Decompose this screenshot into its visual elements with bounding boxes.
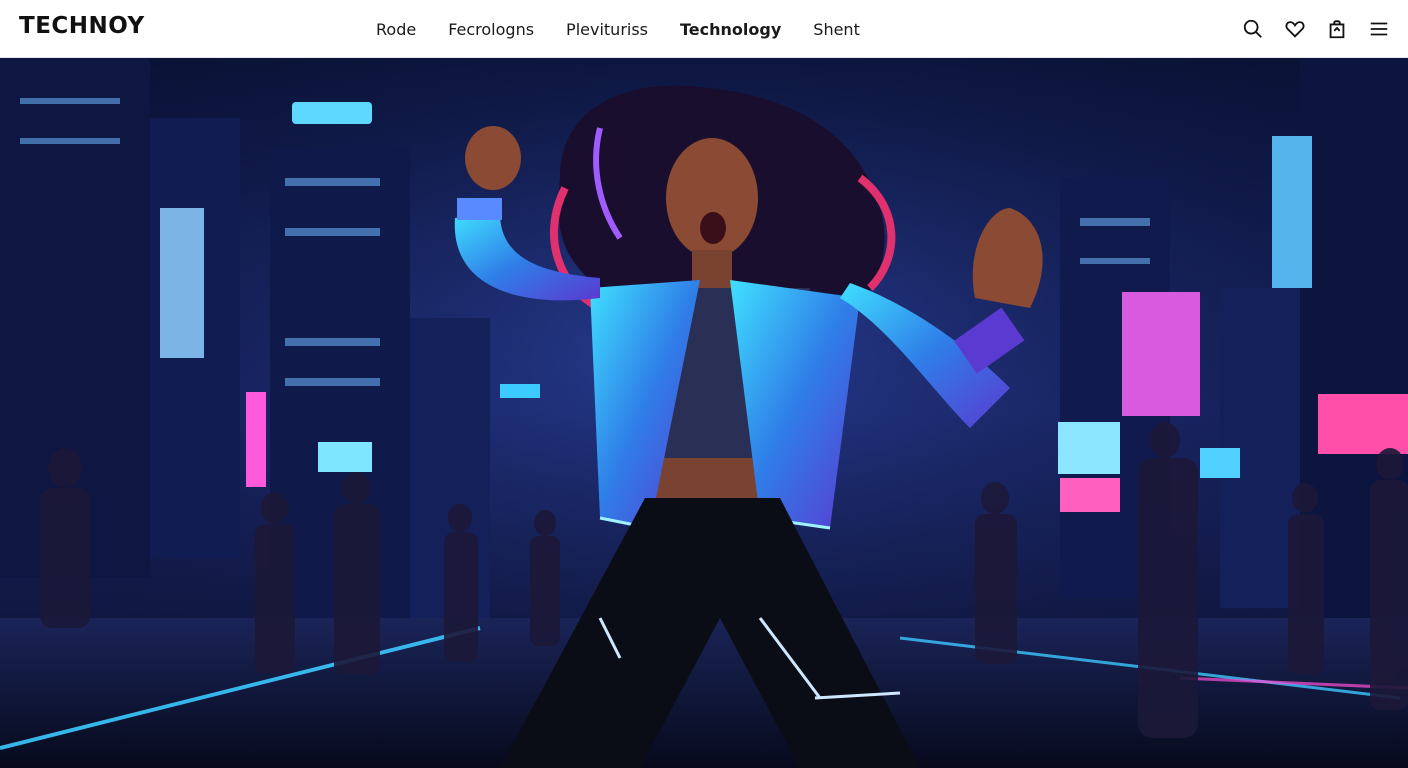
site-header: TECHNOY Rode Fecrologns Plevituriss Tech… [0, 0, 1408, 58]
menu-icon[interactable] [1368, 18, 1390, 40]
brand-logo[interactable]: TECHNOY [19, 13, 145, 39]
nav-item-rode[interactable]: Rode [376, 20, 416, 39]
hero-image [0, 58, 1408, 768]
search-icon[interactable] [1242, 18, 1264, 40]
bag-icon[interactable] [1326, 18, 1348, 40]
heart-icon[interactable] [1284, 18, 1306, 40]
header-actions [1242, 0, 1390, 58]
nav-item-fecrologns[interactable]: Fecrologns [448, 20, 534, 39]
main-nav: Rode Fecrologns Plevituriss Technology S… [376, 0, 892, 58]
nav-item-shent[interactable]: Shent [813, 20, 860, 39]
hero-banner [0, 58, 1408, 768]
nav-item-technology[interactable]: Technology [680, 20, 781, 39]
nav-item-plevituriss[interactable]: Plevituriss [566, 20, 648, 39]
